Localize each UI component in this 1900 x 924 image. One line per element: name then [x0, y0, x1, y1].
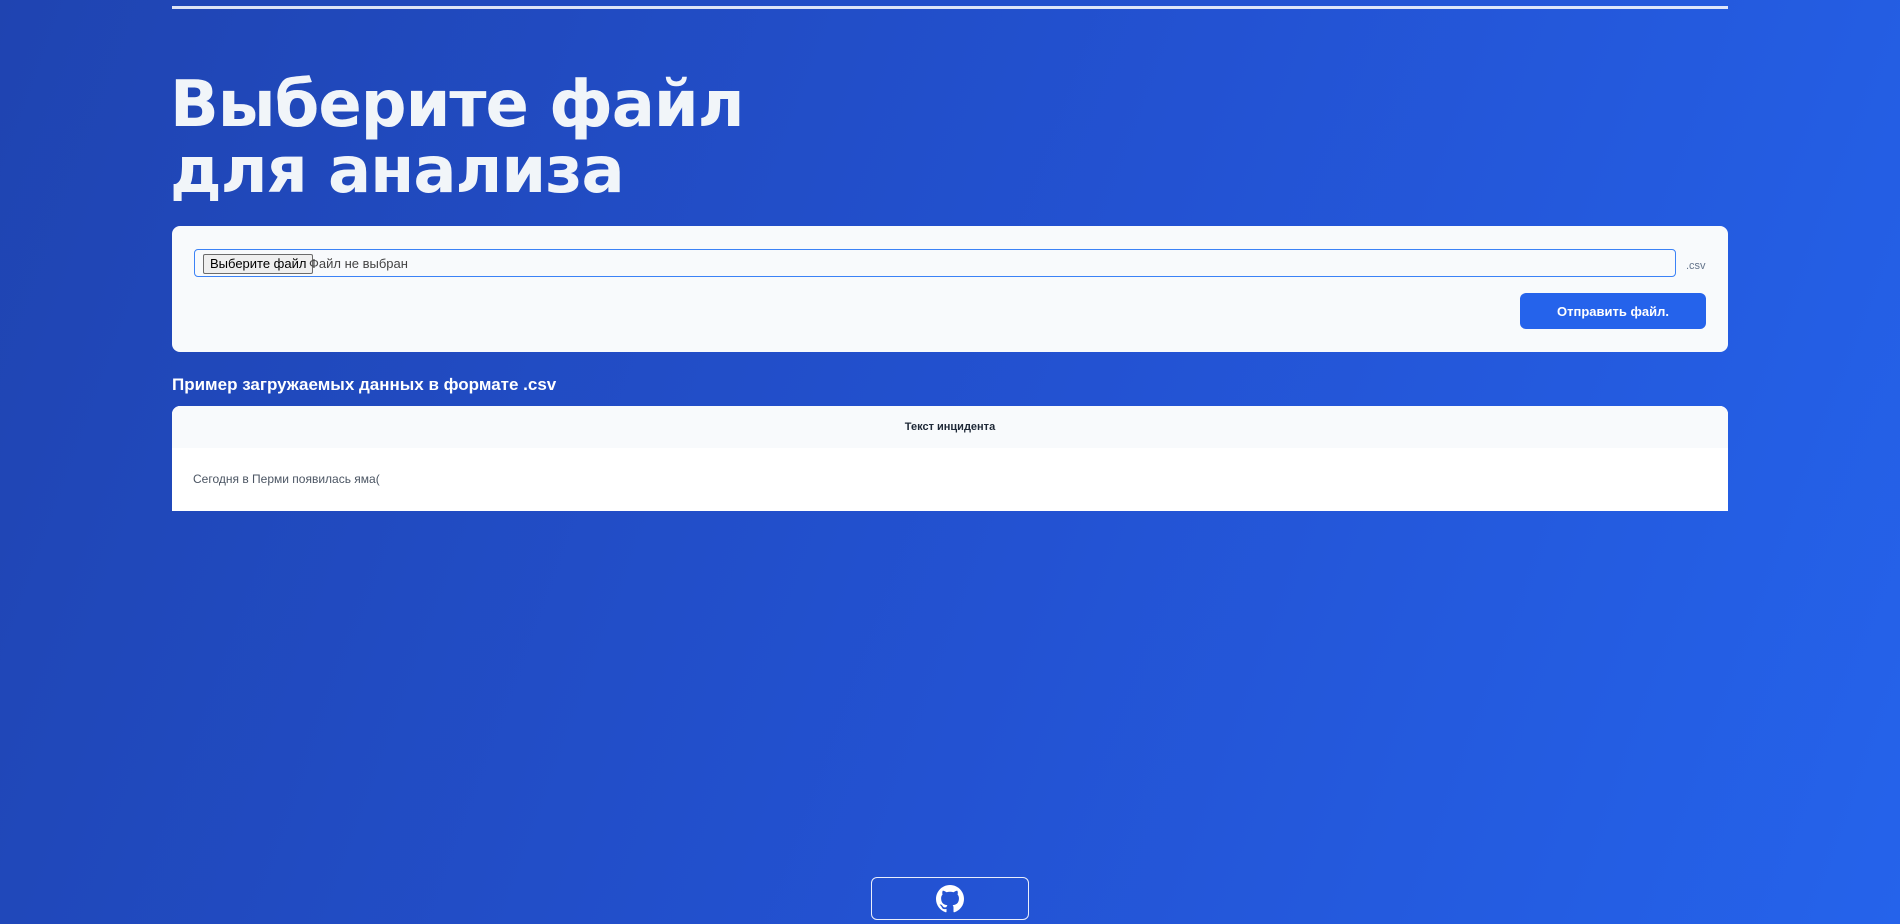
example-heading: Пример загружаемых данных в формате .csv	[172, 375, 557, 394]
page-title: Выберите файл для анализа	[170, 68, 745, 208]
table-row: Сегодня в Перми появилась яма(	[172, 448, 1728, 511]
table-header-cell: Текст инцидента	[172, 406, 1728, 448]
file-status-text: Файл не выбран	[309, 256, 408, 271]
file-input[interactable]: Выберите файл Файл не выбран	[194, 249, 1676, 277]
github-icon	[936, 884, 964, 912]
file-extension-hint: .csv	[1686, 260, 1706, 272]
send-file-button[interactable]: Отправить файл.	[1520, 293, 1706, 329]
example-table: Текст инцидента Сегодня в Перми появилас…	[172, 406, 1728, 511]
upload-card: Выберите файл Файл не выбран .csv Отправ…	[172, 226, 1728, 352]
top-divider	[172, 6, 1728, 9]
github-link[interactable]	[871, 877, 1029, 920]
table-cell: Сегодня в Перми появилась яма(	[193, 472, 380, 486]
choose-file-button[interactable]: Выберите файл	[203, 254, 314, 274]
